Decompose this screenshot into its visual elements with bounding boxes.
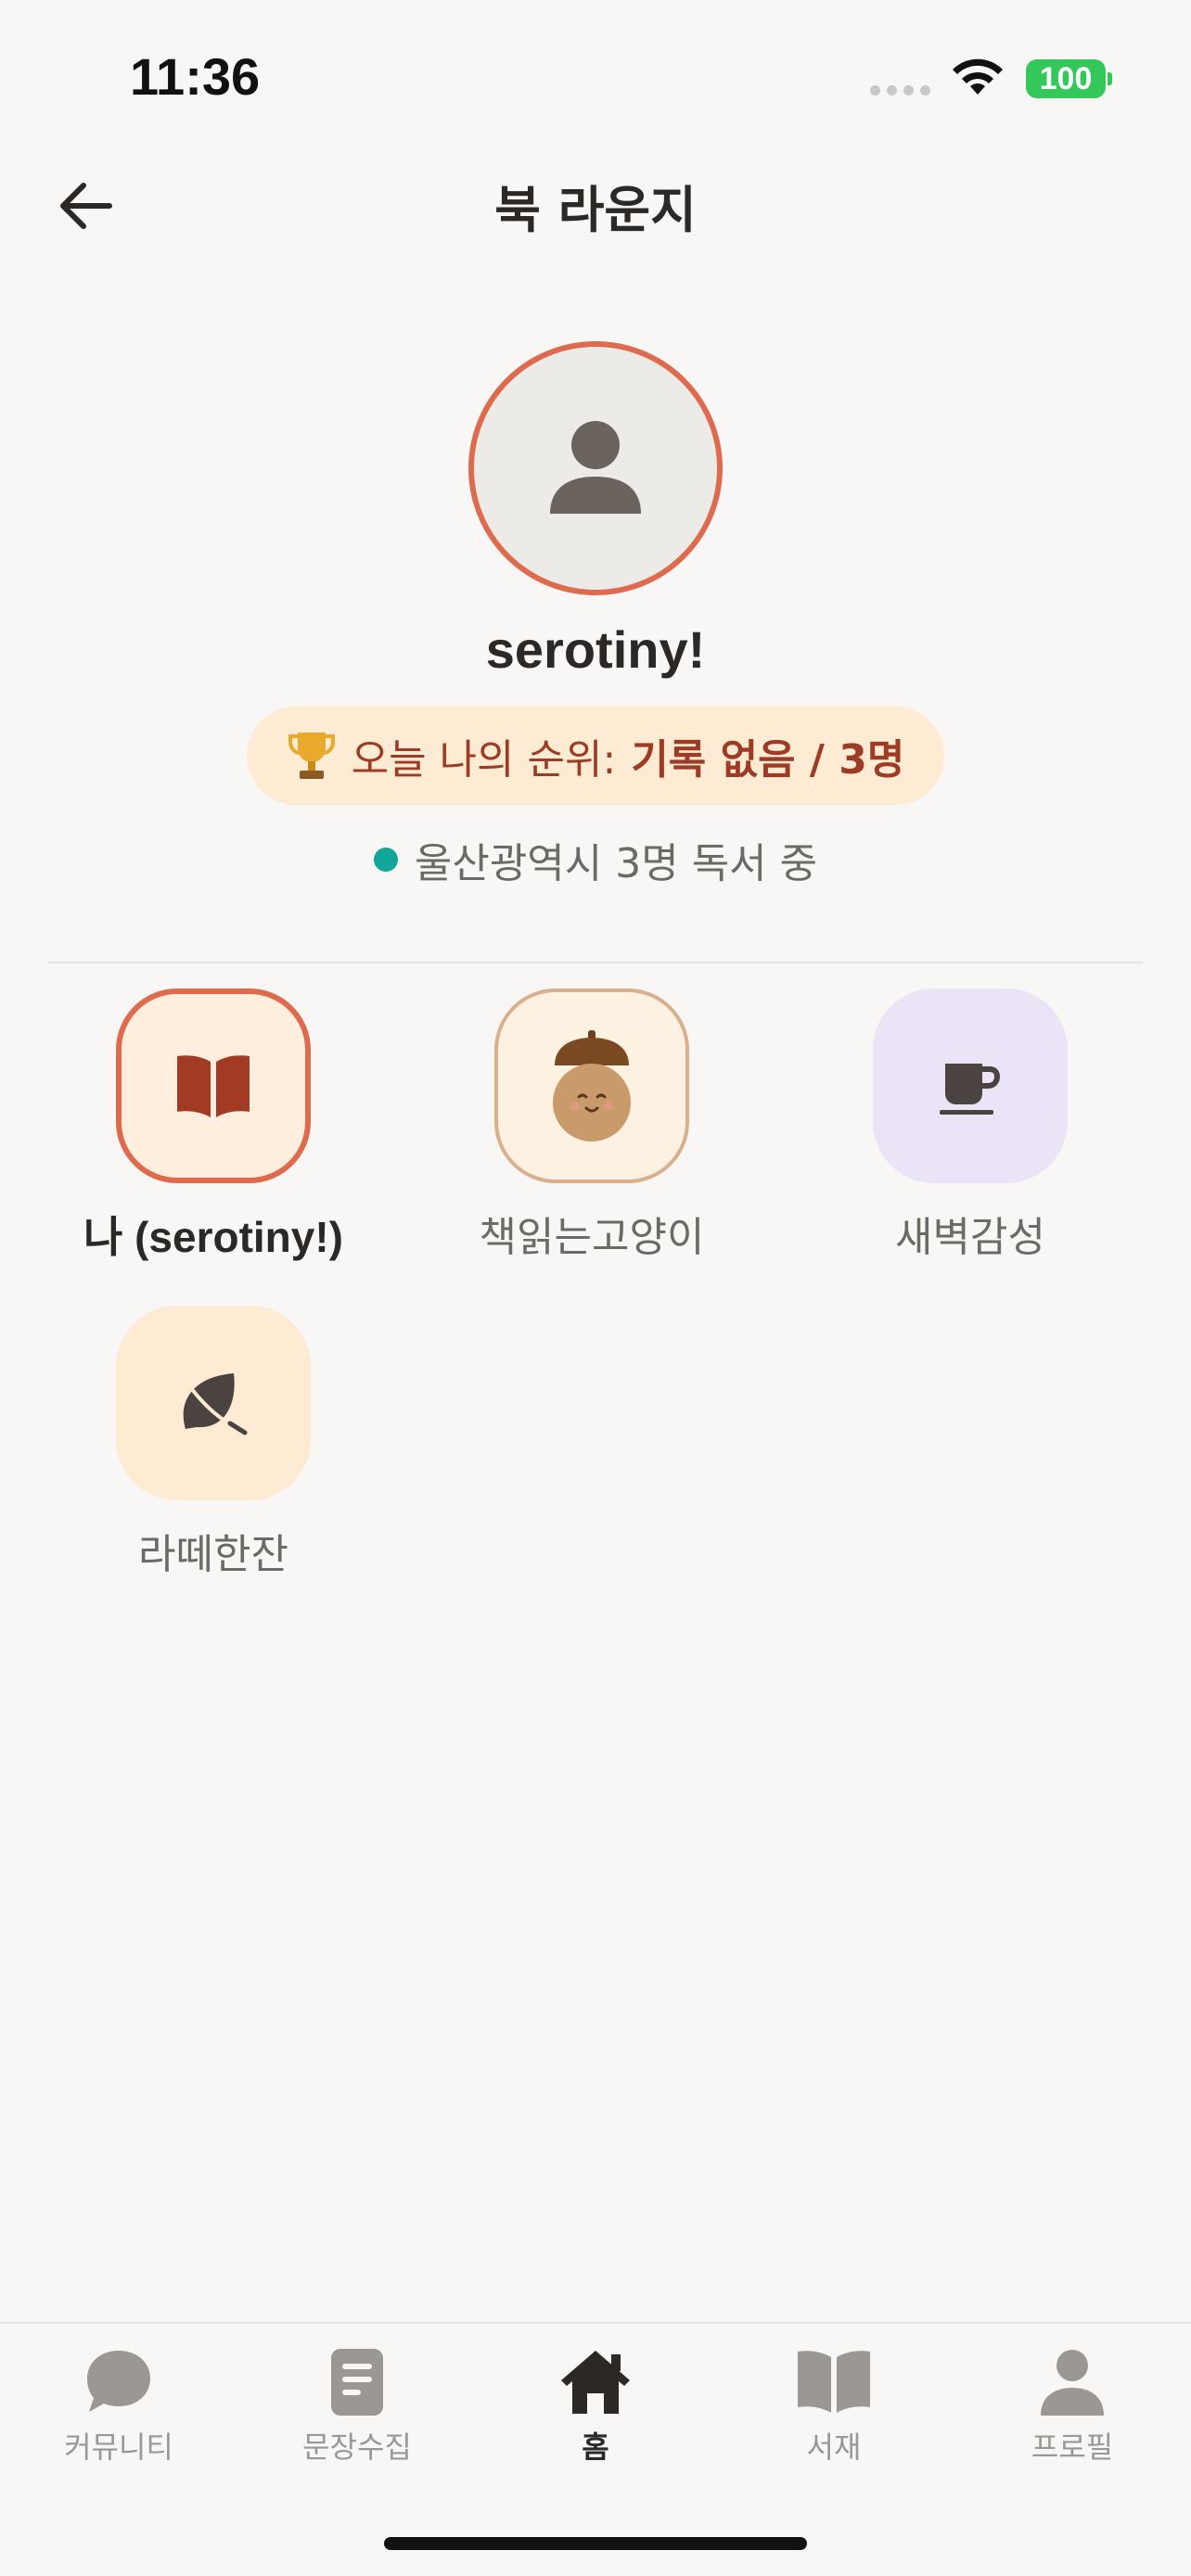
member-item[interactable]: 라떼한잔 [28, 1306, 399, 1580]
page-title: 북 라운지 [494, 181, 697, 239]
status-time: 11:36 [130, 47, 261, 106]
note-icon [331, 2349, 383, 2416]
rank-label: 오늘 나의 순위: [351, 736, 617, 784]
open-book-icon [177, 1055, 250, 1117]
nav-label: 커뮤니티 [64, 2429, 173, 2465]
rank-badge: 오늘 나의 순위: 기록 없음 / 3명 [247, 707, 944, 805]
username: serotiny! [485, 620, 706, 679]
battery-icon: 100 [1026, 59, 1106, 98]
member-name: 책읽는고양이 [479, 1214, 705, 1261]
online-dot-icon [373, 848, 398, 872]
member-name: 라떼한잔 [138, 1531, 288, 1578]
nav-label: 프로필 [1031, 2429, 1114, 2465]
person-icon [550, 421, 641, 514]
cellular-signal-icon [870, 85, 930, 96]
avatar[interactable] [468, 341, 723, 595]
member-tile [873, 988, 1068, 1183]
reading-status-text: 울산광역시 3명 독서 중 [414, 840, 818, 887]
nav-label: 서재 [806, 2429, 862, 2465]
status-bar: 11:36 100 [0, 0, 1191, 148]
member-item[interactable]: 나 (serotiny!) [28, 988, 399, 1265]
member-item[interactable]: 새벽감성 [785, 988, 1156, 1263]
home-indicator [384, 2537, 807, 2550]
leaf-icon [183, 1373, 248, 1435]
nav-item-home[interactable]: 홈 [503, 2344, 688, 2467]
member-tile [116, 988, 311, 1183]
acorn-character-icon [553, 1030, 631, 1141]
rank-value: 기록 없음 / 3명 [631, 736, 905, 784]
nav-label: 홈 [582, 2429, 609, 2465]
member-name: 새벽감성 [895, 1214, 1045, 1261]
battery-tip [1108, 72, 1112, 85]
member-tile [116, 1306, 311, 1500]
nav-item-profile[interactable]: 프로필 [980, 2344, 1165, 2467]
home-icon [561, 2351, 630, 2414]
wifi-icon [953, 58, 1003, 95]
nav-label: 문장수집 [302, 2429, 412, 2465]
reading-status: 울산광역시 3명 독서 중 [0, 830, 1191, 889]
trophy-icon [288, 733, 335, 779]
member-item[interactable]: 책읽는고양이 [406, 988, 777, 1263]
member-name: 나 (serotiny!) [83, 1213, 343, 1261]
person-icon [1041, 2350, 1104, 2416]
coffee-cup-icon [940, 1064, 1001, 1115]
book-icon [798, 2351, 870, 2413]
member-tile [494, 988, 689, 1183]
nav-item-community[interactable]: 커뮤니티 [26, 2344, 211, 2467]
nav-item-sentences[interactable]: 문장수집 [264, 2344, 450, 2467]
divider [48, 962, 1143, 963]
nav-item-library[interactable]: 서재 [741, 2344, 927, 2467]
chat-bubble-icon [87, 2351, 150, 2412]
